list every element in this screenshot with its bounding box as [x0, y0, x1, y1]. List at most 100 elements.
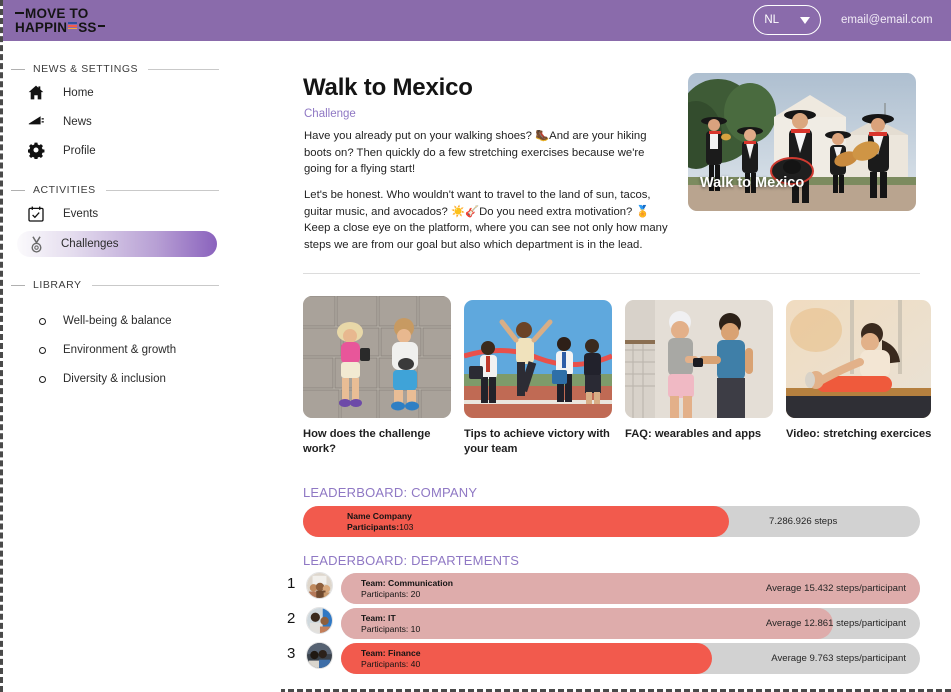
- department-bar-label: Team: Communication Participants: 20: [361, 578, 453, 600]
- calendar-check-icon: [25, 206, 47, 222]
- sidebar-item-events[interactable]: Events: [3, 202, 281, 225]
- logo-dash-icon: [15, 11, 24, 14]
- app-logo[interactable]: MOVE TO HAPPIN SS: [15, 6, 105, 35]
- resource-card[interactable]: Tips to achieve victory with your team: [464, 296, 616, 457]
- user-email[interactable]: email@email.com: [841, 14, 933, 26]
- team-participants: Participants: 20: [361, 589, 421, 599]
- sidebar-item-label: Well-being & balance: [63, 315, 172, 327]
- card-caption: FAQ: wearables and apps: [625, 428, 762, 440]
- card-thumbnail: [464, 300, 612, 418]
- section-rule: [91, 284, 219, 286]
- section-title: LIBRARY: [33, 279, 82, 291]
- team-name: Team: Communication: [361, 578, 453, 588]
- department-steps: Average 9.763 steps/participant: [771, 653, 906, 664]
- resource-card[interactable]: FAQ: wearables and apps: [625, 296, 777, 442]
- leaderboard-department-row[interactable]: Team: Finance Participants: 40 Average 9…: [341, 643, 920, 674]
- rank-number: 3: [287, 645, 296, 662]
- sidebar-item-profile[interactable]: Profile: [3, 139, 281, 162]
- sidebar-item-label: Challenges: [61, 238, 119, 250]
- leaderboard-company-row[interactable]: Name Company Participants:103 7.286.926 …: [303, 506, 920, 537]
- intro-paragraph-2: Let's be honest. Who wouldn't want to tr…: [304, 189, 668, 251]
- card-caption: Video: stretching exercices: [786, 428, 932, 440]
- section-divider: [303, 273, 920, 274]
- section-lead-rule: [11, 284, 25, 286]
- resource-card[interactable]: How does the challenge work?: [303, 296, 455, 457]
- section-title: NEWS & SETTINGS: [33, 63, 139, 75]
- logo-end-dash-icon: [97, 25, 105, 28]
- section-lead-rule: [11, 189, 25, 191]
- team-name: Team: IT: [361, 613, 396, 623]
- chevron-down-icon: [799, 16, 810, 24]
- leaderboard-department-row[interactable]: Team: Communication Participants: 20 Ave…: [341, 573, 920, 604]
- main-content: Walk to Mexico Challenge Have you alread…: [281, 41, 951, 692]
- bullet-ring-icon: [39, 317, 46, 325]
- card-thumbnail: [625, 300, 773, 418]
- section-rule: [105, 189, 219, 191]
- sidebar-item-news[interactable]: News: [3, 110, 281, 133]
- sidebar-item-label: Home: [63, 86, 94, 99]
- avatar: [306, 642, 333, 669]
- company-bar-label: Name Company Participants:103: [347, 511, 413, 533]
- company-name: Name Company: [347, 511, 412, 521]
- logo-bars-icon: [68, 22, 78, 33]
- sidebar-item-home[interactable]: Home: [3, 81, 281, 104]
- team-participants: Participants: 10: [361, 624, 421, 634]
- avatar-illustration: [307, 573, 332, 598]
- sidebar-item-label: News: [63, 115, 92, 128]
- company-steps: 7.286.926 steps: [769, 516, 838, 527]
- card-thumbnail: [303, 296, 451, 418]
- bullet-ring-icon: [39, 346, 46, 354]
- sidebar-item-label: Profile: [63, 144, 96, 157]
- logo-line-1: MOVE TO: [25, 6, 89, 22]
- intro-paragraph-1: Have you already put on your walking sho…: [304, 130, 647, 176]
- section-title: ACTIVITIES: [33, 184, 96, 196]
- app-page: MOVE TO HAPPIN SS NL email@email.com NEW…: [0, 0, 951, 692]
- megaphone-icon: [25, 115, 47, 128]
- top-bar: MOVE TO HAPPIN SS NL email@email.com: [3, 0, 951, 41]
- gear-icon: [25, 142, 47, 159]
- card-caption: Tips to achieve victory with your team: [464, 428, 610, 455]
- company-participants-label: Participants:: [347, 522, 400, 532]
- leaderboard-departments-title: LEADERBOARD: DEPARTEMENTS: [303, 553, 520, 568]
- team-participants: Participants: 40: [361, 659, 421, 669]
- rank-number: 2: [287, 610, 296, 627]
- rank-number: 1: [287, 575, 296, 592]
- card-caption: How does the challenge work?: [303, 428, 431, 455]
- bullet-ring-icon: [39, 375, 46, 383]
- avatar: [306, 607, 333, 634]
- home-icon: [25, 85, 47, 100]
- card-thumbnail: [786, 300, 931, 418]
- sidebar-item-label: Diversity & inclusion: [63, 373, 166, 385]
- section-rule: [148, 68, 219, 70]
- department-steps: Average 12.861 steps/participant: [765, 618, 906, 629]
- avatar-illustration: [307, 608, 332, 633]
- logo-line-2: HAPPIN: [15, 19, 68, 35]
- department-bar-label: Team: IT Participants: 10: [361, 613, 420, 635]
- sidebar-item-wellbeing-balance[interactable]: Well-being & balance: [3, 310, 281, 332]
- sidebar-item-environment-growth[interactable]: Environment & growth: [3, 339, 281, 361]
- sidebar: NEWS & SETTINGS Home News Profile ACTIVI…: [3, 41, 281, 692]
- page-title: Walk to Mexico: [303, 74, 473, 101]
- sidebar-section-header-activities: ACTIVITIES: [11, 184, 281, 196]
- sidebar-section-header-news-settings: NEWS & SETTINGS: [11, 63, 281, 75]
- hero-caption: Walk to Mexico: [700, 175, 805, 191]
- sidebar-item-label: Events: [63, 207, 99, 220]
- sidebar-item-challenges[interactable]: Challenges: [17, 231, 217, 257]
- department-steps: Average 15.432 steps/participant: [765, 583, 906, 594]
- team-name: Team: Finance: [361, 648, 421, 658]
- resource-card[interactable]: Video: stretching exercices: [786, 296, 938, 442]
- section-lead-rule: [11, 68, 25, 70]
- sidebar-section-header-library: LIBRARY: [11, 279, 281, 291]
- page-subtitle: Challenge: [304, 108, 356, 120]
- medal-icon: [25, 235, 47, 253]
- sidebar-item-diversity-inclusion[interactable]: Diversity & inclusion: [3, 368, 281, 390]
- language-selector[interactable]: NL: [753, 5, 821, 35]
- language-value: NL: [764, 14, 780, 26]
- leaderboard-department-row[interactable]: Team: IT Participants: 10 Average 12.861…: [341, 608, 920, 639]
- leaderboard-company-title: LEADERBOARD: COMPANY: [303, 485, 478, 500]
- logo-line-2-tail: SS: [78, 19, 97, 35]
- avatar: [306, 572, 333, 599]
- sidebar-item-label: Environment & growth: [63, 344, 177, 356]
- hero-image[interactable]: Walk to Mexico: [688, 73, 916, 211]
- department-bar-label: Team: Finance Participants: 40: [361, 648, 421, 670]
